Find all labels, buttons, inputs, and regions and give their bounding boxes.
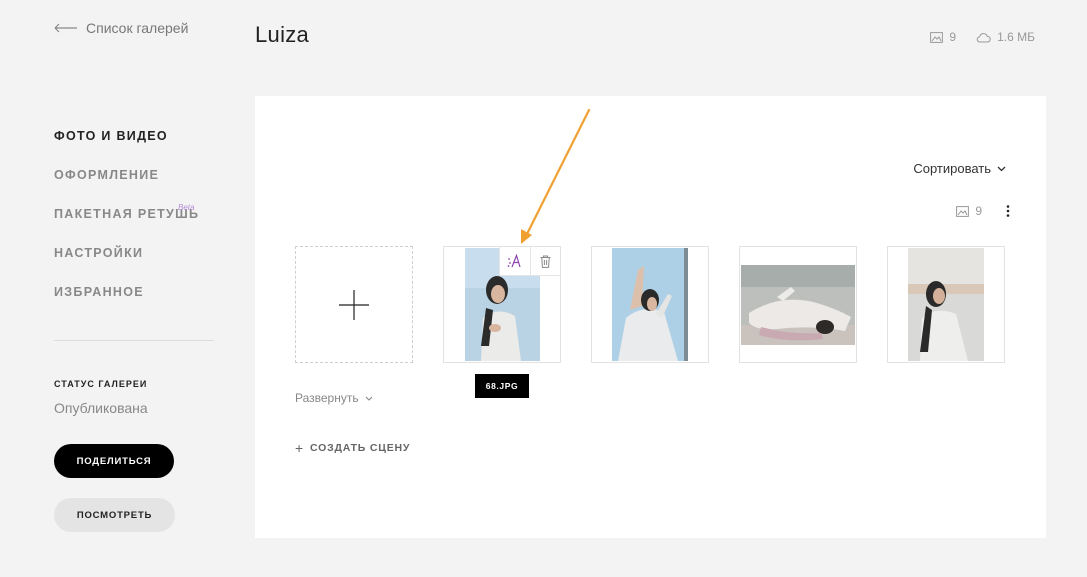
photos-panel: Сортировать 9 68.JPG Развернуть + СОЗДАТ… — [255, 96, 1046, 538]
more-vertical-icon — [1006, 205, 1010, 217]
sidebar-item-settings[interactable]: НАСТРОЙКИ — [54, 245, 214, 284]
sidebar-divider — [54, 340, 214, 341]
photo-tools — [499, 247, 560, 276]
photo-image — [612, 248, 688, 361]
sidebar-item-label: ИЗБРАННОЕ — [54, 285, 144, 299]
panel-photo-count: 9 — [975, 204, 982, 218]
photo-image — [908, 248, 984, 361]
photo-thumbnail[interactable] — [443, 246, 561, 363]
sidebar-item-label: ФОТО И ВИДЕО — [54, 129, 168, 143]
sidebar-item-favorites[interactable]: ИЗБРАННОЕ — [54, 284, 214, 323]
sidebar-item-batch-retouch[interactable]: ПАКЕТНАЯ РЕТУШЬ Beta — [54, 203, 214, 245]
chevron-down-icon — [365, 396, 372, 401]
gallery-stats: 9 1.6 МБ — [930, 30, 1035, 44]
expand-toggle[interactable]: Развернуть — [295, 391, 373, 405]
sidebar-item-photos-videos[interactable]: ФОТО И ВИДЕО — [54, 128, 214, 167]
photo-image — [741, 264, 855, 345]
storage-size: 1.6 МБ — [997, 30, 1035, 44]
trash-icon — [540, 255, 551, 268]
retouch-button[interactable] — [500, 247, 530, 275]
photo-count: 9 — [949, 30, 957, 44]
sidebar-nav: ФОТО И ВИДЕО ОФОРМЛЕНИЕ ПАКЕТНАЯ РЕТУШЬ B… — [54, 128, 214, 323]
photo-thumbnail[interactable] — [887, 246, 1005, 363]
sort-label: Сортировать — [913, 161, 991, 176]
photo-count-row: 9 — [956, 204, 1010, 218]
back-to-galleries-link[interactable]: Список галерей — [54, 20, 188, 36]
gallery-status-label: СТАТУС ГАЛЕРЕИ — [54, 379, 148, 389]
share-button[interactable]: ПОДЕЛИТЬСЯ — [54, 444, 174, 478]
create-scene-button[interactable]: + СОЗДАТЬ СЦЕНУ — [295, 440, 410, 456]
cloud-icon — [976, 32, 991, 42]
more-options-button[interactable] — [1006, 205, 1010, 217]
delete-button[interactable] — [530, 247, 560, 275]
gallery-status-value: Опубликована — [54, 400, 148, 416]
filename-tooltip: 68.JPG — [475, 374, 529, 398]
photo-thumbnail[interactable] — [591, 246, 709, 363]
image-icon — [956, 205, 970, 217]
photo-thumbnail[interactable] — [739, 246, 857, 363]
sidebar-item-label: НАСТРОЙКИ — [54, 246, 144, 260]
plus-icon — [339, 289, 369, 320]
sort-dropdown[interactable]: Сортировать — [913, 161, 1006, 176]
sidebar-item-label: ОФОРМЛЕНИЕ — [54, 168, 160, 182]
expand-label: Развернуть — [295, 391, 359, 405]
magic-retouch-icon — [507, 254, 521, 268]
beta-badge: Beta — [178, 203, 195, 212]
back-link-label: Список галерей — [86, 20, 189, 36]
plus-icon: + — [295, 440, 304, 456]
view-button[interactable]: ПОСМОТРЕТЬ — [54, 498, 175, 532]
chevron-down-icon — [997, 166, 1006, 171]
arrow-left-icon — [54, 23, 77, 33]
add-photo-tile[interactable] — [295, 246, 413, 363]
image-icon — [930, 31, 944, 43]
page-title: Luiza — [255, 22, 310, 47]
create-scene-label: СОЗДАТЬ СЦЕНУ — [309, 442, 411, 454]
